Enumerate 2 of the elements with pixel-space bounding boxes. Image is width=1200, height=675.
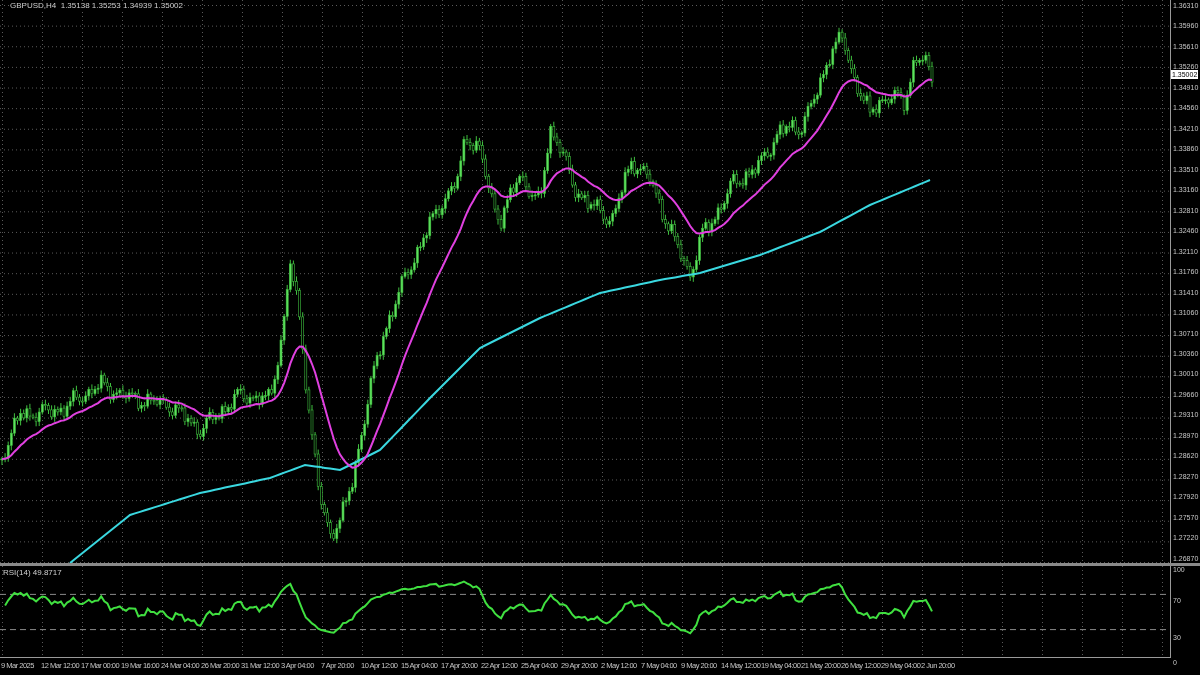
rsi-label: RSI(14) 49.8717 (3, 568, 62, 578)
chart-header: GBPUSD,H4 1.35138 1.35253 1.34939 1.35002 (10, 1, 184, 11)
